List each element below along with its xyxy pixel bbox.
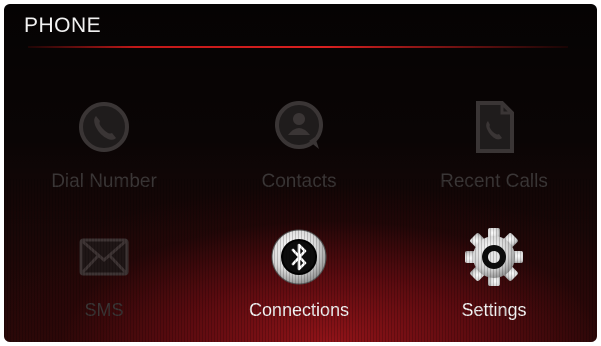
- phone-handset-icon: [76, 99, 132, 155]
- phone-screen: PHONE Dial Number Contacts Recent Calls …: [4, 4, 597, 342]
- connections-label: Connections: [248, 300, 350, 320]
- gear-icon: [463, 226, 525, 288]
- sms-label: SMS: [84, 300, 124, 320]
- recent-calls-icon: [466, 99, 522, 155]
- contacts-button[interactable]: Contacts: [214, 99, 384, 199]
- settings-button[interactable]: Settings: [409, 222, 579, 332]
- dial-number-button[interactable]: Dial Number: [19, 99, 189, 199]
- recent-calls-label: Recent Calls: [440, 171, 548, 192]
- header-divider: [28, 46, 568, 48]
- settings-label: Settings: [461, 300, 527, 320]
- dial-number-label: Dial Number: [51, 171, 157, 192]
- recent-calls-button[interactable]: Recent Calls: [409, 99, 579, 199]
- connections-button[interactable]: Connections: [214, 222, 384, 332]
- bluetooth-icon: [268, 226, 330, 288]
- page-title: PHONE: [24, 14, 102, 37]
- contacts-label: Contacts: [261, 171, 337, 192]
- sms-button[interactable]: SMS: [29, 222, 179, 332]
- envelope-icon: [73, 226, 135, 288]
- contact-person-icon: [271, 99, 327, 155]
